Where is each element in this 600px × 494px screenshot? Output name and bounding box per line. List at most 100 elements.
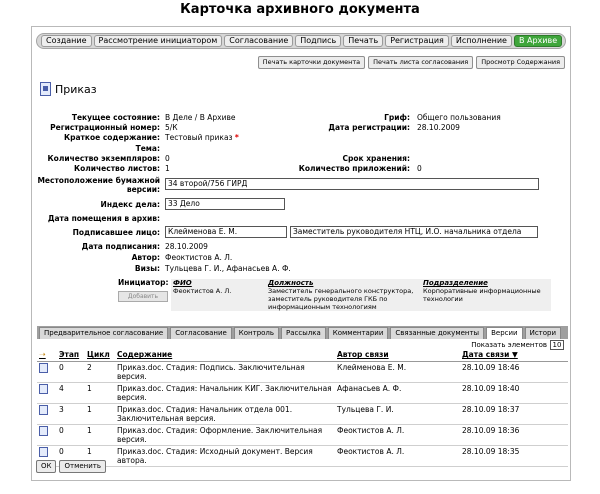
step-create[interactable]: Создание bbox=[41, 35, 92, 47]
storage-label: Срок хранения: bbox=[342, 154, 410, 163]
state-label: Текущее состояние: bbox=[71, 113, 160, 122]
ini-position: Заместитель генерального конструктора, з… bbox=[268, 287, 414, 311]
table-row[interactable]: 3 1 Приказ.doc. Стадия: Начальник отдела… bbox=[37, 403, 568, 425]
regdate-value: 28.10.2009 bbox=[417, 123, 460, 132]
attachments-label: Количество приложений: bbox=[298, 164, 410, 173]
step-review[interactable]: Рассмотрение инициатором bbox=[93, 35, 223, 47]
table-row[interactable]: 4 1 Приказ.doc. Стадия: Начальник КИГ. З… bbox=[37, 382, 568, 404]
sign-date-value: 28.10.2009 bbox=[165, 242, 208, 251]
cell-author: Феоктистов А. Л. bbox=[335, 424, 460, 446]
table-row[interactable]: 0 2 Приказ.doc. Стадия: Подпись. Заключи… bbox=[37, 361, 568, 383]
doc-type-title: Приказ bbox=[55, 82, 97, 96]
cell-stage: 0 bbox=[57, 424, 85, 446]
tab-versions[interactable]: Версии bbox=[486, 327, 523, 339]
document-icon[interactable] bbox=[39, 446, 48, 457]
tab-control[interactable]: Контроль bbox=[233, 327, 280, 339]
visas-label: Визы: bbox=[134, 264, 160, 273]
signer-label: Подписавшее лицо: bbox=[72, 228, 160, 237]
table-row[interactable]: 0 1 Приказ.doc. Стадия: Исходный докумен… bbox=[37, 445, 568, 467]
bottom-buttons: ОК Отменить bbox=[36, 460, 109, 473]
initiator-table: ФИО Должность Подразделение Феоктистов А… bbox=[171, 279, 551, 311]
cell-date: 28.10.09 18:37 bbox=[460, 403, 568, 425]
tab-approval[interactable]: Согласование bbox=[170, 327, 232, 339]
document-icon[interactable] bbox=[39, 383, 48, 394]
cell-author: Тульцева Г. И. bbox=[335, 403, 460, 425]
show-count-label: Показать элементов bbox=[471, 341, 547, 349]
cell-stage: 4 bbox=[57, 382, 85, 404]
col-stage[interactable]: Этап bbox=[57, 349, 85, 362]
step-sign[interactable]: Подпись bbox=[295, 35, 342, 47]
copies-label: Количество экземпляров: bbox=[47, 154, 160, 163]
topic-label: Тема: bbox=[135, 144, 160, 153]
attachments-value: 0 bbox=[417, 164, 422, 173]
location-label: Местоположение бумажной bbox=[37, 176, 160, 185]
tab-comments[interactable]: Комментарии bbox=[327, 327, 389, 339]
add-initiator-button[interactable]: Добавить bbox=[118, 291, 168, 302]
view-content-button[interactable]: Просмотр Содержания bbox=[476, 56, 565, 69]
author-value: Феоктистов А. Л. bbox=[165, 253, 233, 262]
step-registration[interactable]: Регистрация bbox=[385, 35, 449, 47]
tab-pre-approval[interactable]: Предварительное согласование bbox=[39, 327, 169, 339]
tab-distribution[interactable]: Рассылка bbox=[281, 327, 326, 339]
attachment-icon: ➝ bbox=[39, 350, 46, 360]
cell-content: Приказ.doc. Стадия: Начальник отдела 001… bbox=[115, 403, 335, 425]
archive-date-label: Дата помещения в архив: bbox=[47, 214, 160, 223]
workflow-steps: Создание Рассмотрение инициатором Соглас… bbox=[36, 33, 566, 49]
signer-position-input[interactable]: Заместитель руководителя НТЦ, И.О. начал… bbox=[290, 226, 538, 238]
col-content[interactable]: Содержание bbox=[115, 349, 335, 362]
document-icon[interactable] bbox=[39, 404, 48, 415]
document-icon[interactable] bbox=[39, 425, 48, 436]
ok-button[interactable]: ОК bbox=[36, 460, 57, 473]
cell-author: Клейменова Е. М. bbox=[335, 361, 460, 383]
col-date-label: Дата связи bbox=[462, 350, 510, 360]
ini-col-position: Должность bbox=[268, 279, 314, 287]
regnum-label: Регистрационный номер: bbox=[50, 123, 160, 132]
step-print[interactable]: Печать bbox=[343, 35, 384, 47]
document-card: Создание Рассмотрение инициатором Соглас… bbox=[31, 26, 571, 481]
regdate-label: Дата регистрации: bbox=[328, 123, 410, 132]
grif-value: Общего пользования bbox=[417, 113, 501, 122]
sheets-value: 1 bbox=[165, 164, 170, 173]
signer-name-input[interactable]: Клейменова Е. М. bbox=[165, 226, 287, 238]
cell-date: 28.10.09 18:46 bbox=[460, 361, 568, 383]
toolbar: Печать карточки документа Печать листа с… bbox=[255, 56, 565, 69]
location-input[interactable]: 34 второй/756 ГИРД bbox=[165, 178, 539, 190]
tab-related-docs[interactable]: Связанные документы bbox=[390, 327, 485, 339]
summary-value: Тестовый приказ * bbox=[165, 133, 239, 142]
document-icon[interactable] bbox=[39, 362, 48, 373]
initiator-label: Инициатор: bbox=[118, 278, 169, 287]
col-date[interactable]: Дата связи ▼ bbox=[460, 349, 568, 362]
summary-label: Краткое содержание: bbox=[63, 133, 160, 142]
table-row[interactable]: 0 1 Приказ.doc. Стадия: Оформление. Закл… bbox=[37, 424, 568, 446]
step-archive[interactable]: В Архиве bbox=[513, 35, 563, 47]
word-document-icon bbox=[40, 82, 51, 96]
visas-value: Тульцева Г. И., Афанасьев А. Ф. bbox=[165, 264, 291, 273]
cell-date: 28.10.09 18:36 bbox=[460, 424, 568, 446]
cell-content: Приказ.doc. Стадия: Начальник КИГ. Заклю… bbox=[115, 382, 335, 404]
cell-cycle: 1 bbox=[85, 382, 115, 404]
print-approval-button[interactable]: Печать листа согласования bbox=[368, 56, 474, 69]
copies-value: 0 bbox=[165, 154, 170, 163]
grif-label: Гриф: bbox=[384, 113, 410, 122]
regnum-value: 5/К bbox=[165, 123, 178, 132]
cancel-button[interactable]: Отменить bbox=[59, 460, 106, 473]
case-index-label: Индекс дела: bbox=[100, 200, 160, 209]
required-mark: * bbox=[234, 133, 239, 142]
print-card-button[interactable]: Печать карточки документа bbox=[257, 56, 366, 69]
initiator-row: Феоктистов А. Л. Заместитель генеральног… bbox=[171, 287, 551, 311]
summary-text: Тестовый приказ bbox=[165, 133, 233, 142]
page-title: Карточка архивного документа bbox=[180, 2, 420, 17]
cell-stage: 0 bbox=[57, 361, 85, 383]
state-value: В Деле / В Архиве bbox=[165, 113, 236, 122]
sign-date-label: Дата подписания: bbox=[81, 242, 160, 251]
cell-cycle: 1 bbox=[85, 424, 115, 446]
col-cycle[interactable]: Цикл bbox=[85, 349, 115, 362]
cell-author: Феоктистов А. Л. bbox=[335, 445, 460, 467]
tab-history[interactable]: Истори bbox=[524, 327, 562, 339]
step-execution[interactable]: Исполнение bbox=[450, 35, 512, 47]
author-label: Автор: bbox=[131, 253, 160, 262]
case-index-input[interactable]: 33 Дело bbox=[165, 198, 285, 210]
step-approval[interactable]: Согласование bbox=[224, 35, 294, 47]
col-author[interactable]: Автор связи bbox=[335, 349, 460, 362]
cell-stage: 3 bbox=[57, 403, 85, 425]
